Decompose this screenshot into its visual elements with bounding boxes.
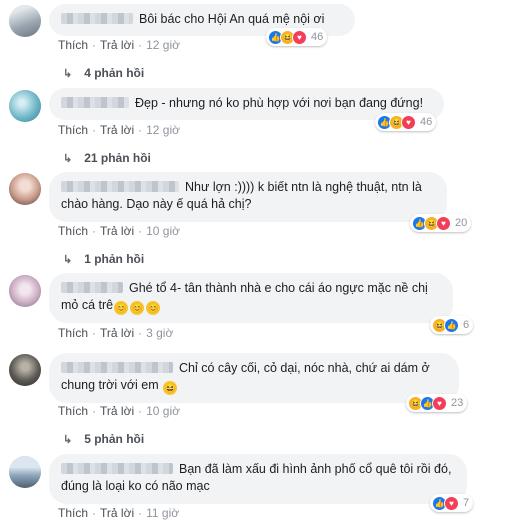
reply-button[interactable]: Trả lời — [100, 123, 134, 137]
love-icon: ♥ — [444, 495, 459, 511]
reaction-summary[interactable]: 😆 👍 ♥ 23 — [406, 394, 468, 412]
replies-count: 5 phản hồi — [84, 432, 145, 446]
smile-emoji-icon: 😊 — [114, 301, 129, 315]
avatar[interactable] — [9, 90, 41, 122]
reply-button[interactable]: Trả lời — [100, 224, 134, 238]
commenter-name-blurred[interactable] — [61, 181, 179, 192]
comment-time[interactable]: 10 giờ — [146, 224, 180, 238]
reaction-count: 6 — [463, 319, 470, 331]
like-button[interactable]: Thích — [58, 38, 88, 52]
love-icon: ♥ — [432, 395, 447, 411]
reaction-count: 46 — [420, 116, 433, 128]
comment-time[interactable]: 10 giờ — [146, 404, 180, 418]
comment-actions: Thích · Trả lời · 12 giờ — [58, 123, 180, 137]
avatar[interactable] — [9, 354, 41, 386]
commenter-name-blurred[interactable] — [61, 97, 129, 108]
comment-actions: Thích · Trả lời · 11 giờ — [58, 506, 180, 520]
reply-button[interactable]: Trả lời — [100, 326, 134, 340]
view-replies-link[interactable]: ↳ 21 phản hồi — [63, 151, 151, 165]
reaction-count: 20 — [455, 217, 468, 229]
replies-count: 1 phản hồi — [84, 252, 145, 266]
comment-time[interactable]: 3 giờ — [146, 326, 173, 340]
comment-time[interactable]: 11 giờ — [146, 506, 179, 520]
view-replies-link[interactable]: ↳ 4 phản hồi — [63, 66, 144, 80]
replies-count: 21 phản hồi — [84, 151, 151, 165]
comment-bubble: Chỉ có cây cối, cỏ dại, nóc nhà, chứ ai … — [49, 353, 459, 403]
comment-text: Đẹp - nhưng nó ko phù hợp với nơi bạn đa… — [135, 96, 424, 110]
reply-button[interactable]: Trả lời — [100, 38, 134, 52]
like-button[interactable]: Thích — [58, 123, 88, 137]
reply-arrow-icon: ↳ — [63, 433, 73, 446]
like-button[interactable]: Thích — [58, 326, 88, 340]
avatar[interactable] — [9, 5, 41, 37]
comment-actions: Thích · Trả lời · 10 giờ — [58, 404, 180, 418]
comment-time[interactable]: 12 giờ — [146, 38, 180, 52]
comment-text: Bôi bác cho Hội An quá mệ nội ơi — [139, 12, 325, 26]
reply-arrow-icon: ↳ — [63, 253, 73, 266]
reaction-summary[interactable]: 👍 😆 ♥ 46 — [375, 113, 437, 131]
comment-actions: Thích · Trả lời · 10 giờ — [58, 224, 180, 238]
commenter-name-blurred[interactable] — [61, 362, 173, 373]
love-icon: ♥ — [436, 215, 451, 231]
laugh-emoji-icon: 😆 — [163, 381, 178, 395]
smile-emoji-icon: 😊 — [130, 301, 145, 315]
comment-actions: Thích · Trả lời · 3 giờ — [58, 326, 174, 340]
like-button[interactable]: Thích — [58, 506, 88, 520]
reply-arrow-icon: ↳ — [63, 152, 73, 165]
view-replies-link[interactable]: ↳ 1 phản hồi — [63, 252, 144, 266]
comment-bubble: Như lợn :)))) k biết ntn là nghệ thuật, … — [49, 172, 447, 222]
love-icon: ♥ — [292, 29, 307, 45]
reaction-summary[interactable]: 👍 ♥ 7 — [430, 494, 474, 512]
comment-time[interactable]: 12 giờ — [146, 123, 180, 137]
avatar[interactable] — [9, 173, 41, 205]
smile-emoji-icon: 😊 — [146, 301, 161, 315]
love-icon: ♥ — [401, 114, 416, 130]
replies-count: 4 phản hồi — [84, 66, 145, 80]
reply-button[interactable]: Trả lời — [100, 404, 134, 418]
reply-arrow-icon: ↳ — [63, 67, 73, 80]
reaction-summary[interactable]: 👍 😆 ♥ 20 — [410, 214, 472, 232]
like-button[interactable]: Thích — [58, 224, 88, 238]
reaction-count: 46 — [311, 31, 324, 43]
reaction-summary[interactable]: 😆 👍 6 — [430, 316, 474, 334]
comment-actions: Thích · Trả lời · 12 giờ — [58, 38, 180, 52]
commenter-name-blurred[interactable] — [61, 13, 133, 24]
reaction-count: 23 — [451, 397, 464, 409]
like-button[interactable]: Thích — [58, 404, 88, 418]
commenter-name-blurred[interactable] — [61, 463, 173, 474]
comment-bubble: Ghé tổ 4- tân thành nhà e cho cái áo ngự… — [49, 273, 453, 323]
view-replies-link[interactable]: ↳ 5 phản hồi — [63, 432, 144, 446]
comment-bubble: Bạn đã làm xấu đi hình ảnh phố cổ quê tô… — [49, 454, 467, 504]
reaction-summary[interactable]: 👍 😆 ♥ 46 — [266, 28, 328, 46]
like-icon: 👍 — [444, 317, 459, 333]
reply-button[interactable]: Trả lời — [100, 506, 134, 520]
commenter-name-blurred[interactable] — [61, 282, 123, 293]
avatar[interactable] — [9, 275, 41, 307]
reaction-count: 7 — [463, 497, 470, 509]
avatar[interactable] — [9, 456, 41, 488]
